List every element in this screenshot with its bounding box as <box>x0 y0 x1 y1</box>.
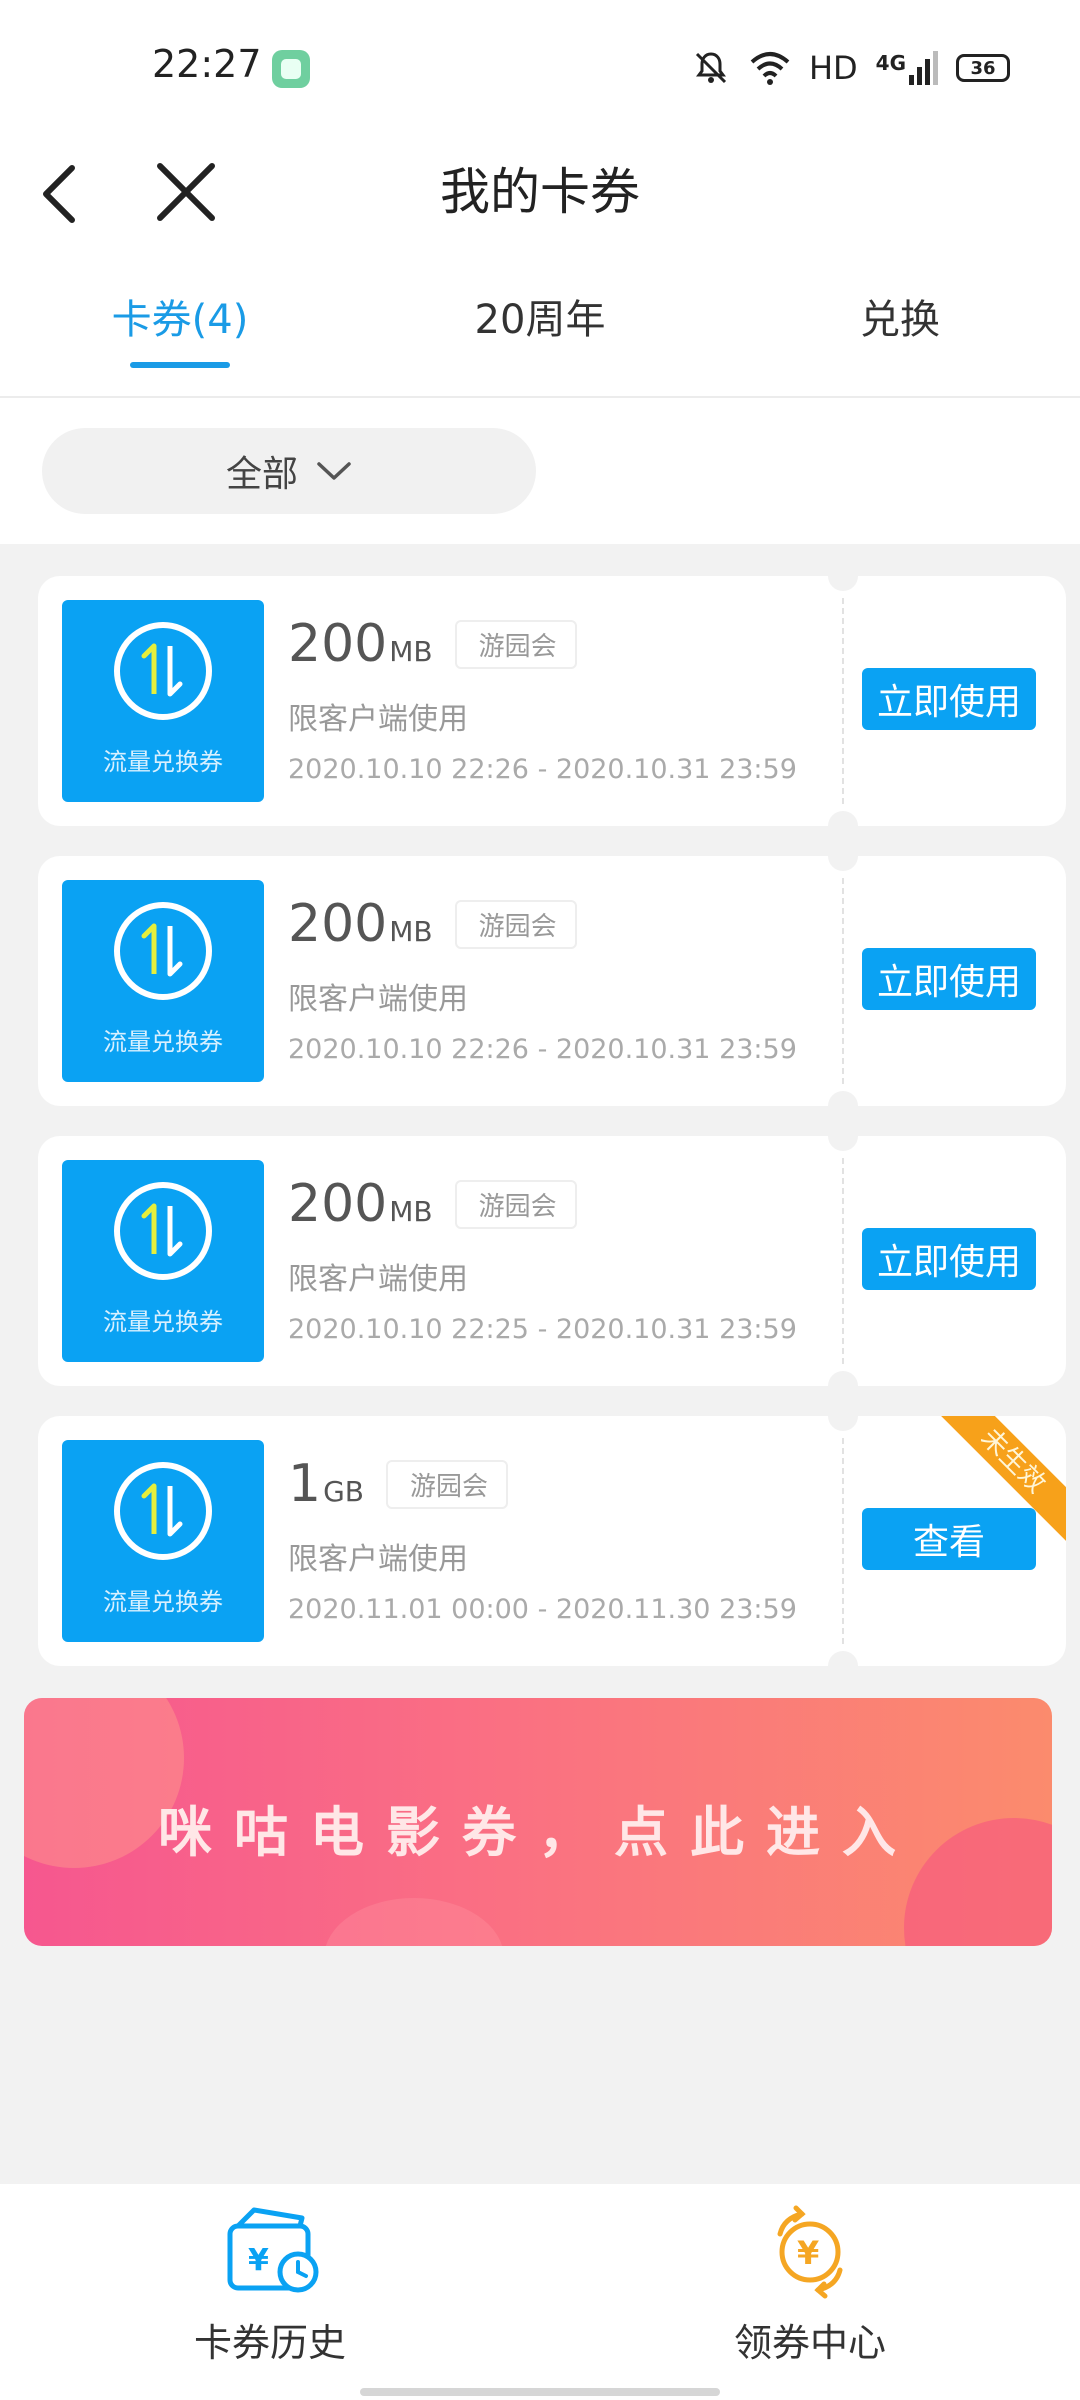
signal-icon: 4G <box>876 51 938 85</box>
coupon-description: 限客户端使用 <box>288 1262 468 1297</box>
coupon-validity: 2020.10.10 22:26 - 2020.10.31 23:59 <box>288 754 797 785</box>
coupon-thumbnail: 流量兑换券 <box>62 1160 264 1362</box>
amount-value: 1 <box>288 1454 322 1514</box>
coupon-divider <box>842 1438 844 1644</box>
coupon-notch <box>828 1651 858 1681</box>
coupon-type-label: 流量兑换券 <box>103 1588 223 1616</box>
active-tab-indicator <box>130 362 230 368</box>
amount-value: 200 <box>288 614 388 674</box>
home-indicator[interactable] <box>360 2388 720 2396</box>
coupon-center-button[interactable]: ¥ 领券中心 <box>660 2204 960 2367</box>
battery-icon: 36 <box>956 54 1010 82</box>
signal-type-label: 4G <box>875 51 906 75</box>
coupon-thumbnail: 流量兑换券 <box>62 1440 264 1642</box>
amount-unit: MB <box>389 915 433 948</box>
movie-coupon-banner[interactable]: 咪咕电影券，点此进入 <box>24 1698 1052 1946</box>
coupon-card[interactable]: 未生效 流量兑换券 1 GB 游园会 限客户端使用 2020.11.01 00:… <box>38 1401 1066 1681</box>
coupon-type-label: 流量兑换券 <box>103 1028 223 1056</box>
coupon-center-icon: ¥ <box>777 2205 843 2299</box>
tab-bar: 卡券(4) 20周年 兑换 <box>0 252 1080 398</box>
amount-unit: GB <box>323 1475 364 1508</box>
filter-dropdown[interactable]: 全部 <box>42 428 536 514</box>
filter-area: 全部 <box>0 398 1080 544</box>
coupon-description: 限客户端使用 <box>288 1542 468 1577</box>
coupon-amount: 200 MB 游园会 <box>288 894 577 954</box>
coupon-divider <box>842 598 844 804</box>
svg-text:¥: ¥ <box>248 2243 269 2278</box>
svg-text:¥: ¥ <box>797 2234 819 2272</box>
coupon-divider <box>842 1158 844 1364</box>
chevron-down-icon <box>317 462 351 480</box>
data-transfer-icon <box>114 622 212 720</box>
network-hd-label: HD <box>808 49 858 87</box>
coupon-card[interactable]: 流量兑换券 200 MB 游园会 限客户端使用 2020.10.10 22:25… <box>38 1121 1066 1401</box>
coupon-card[interactable]: 流量兑换券 200 MB 游园会 限客户端使用 2020.10.10 22:26… <box>38 841 1066 1121</box>
coupon-tag: 游园会 <box>454 899 577 949</box>
coupon-notch <box>828 1371 858 1401</box>
coupon-amount: 200 MB 游园会 <box>288 1174 577 1234</box>
coupon-description: 限客户端使用 <box>288 982 468 1017</box>
nav-bar: 我的卡券 <box>0 132 1080 252</box>
mute-bell-icon <box>695 52 727 84</box>
tab-coupons[interactable]: 卡券(4) <box>80 292 280 348</box>
use-now-button[interactable]: 立即使用 <box>862 668 1036 730</box>
coupon-amount: 1 GB 游园会 <box>288 1454 509 1514</box>
banner-text: 咪咕电影券，点此进入 <box>158 1800 918 1864</box>
coupon-divider <box>842 878 844 1084</box>
amount-unit: MB <box>389 1195 433 1228</box>
coupon-center-label: 领券中心 <box>733 2321 886 2365</box>
coupon-card[interactable]: 流量兑换券 200 MB 游园会 限客户端使用 2020.10.10 22:26… <box>38 561 1066 841</box>
use-now-button[interactable]: 立即使用 <box>862 1228 1036 1290</box>
data-transfer-icon <box>114 902 212 1000</box>
coupon-type-label: 流量兑换券 <box>103 1308 223 1336</box>
coupon-history-icon: ¥ <box>227 2207 319 2293</box>
tab-redeem[interactable]: 兑换 <box>800 292 1000 348</box>
coupon-amount: 200 MB 游园会 <box>288 614 577 674</box>
coupon-notch <box>828 1091 858 1121</box>
coupon-tag: 游园会 <box>454 1179 577 1229</box>
wifi-icon <box>750 52 790 85</box>
coupon-description: 限客户端使用 <box>288 702 468 737</box>
coupon-notch <box>828 811 858 841</box>
bottom-nav: ¥ 卡券历史 ¥ 领券中心 <box>0 2184 1080 2400</box>
coupon-thumbnail: 流量兑换券 <box>62 600 264 802</box>
filter-label: 全部 <box>225 454 298 495</box>
use-now-button[interactable]: 立即使用 <box>862 948 1036 1010</box>
app-notification-icon <box>272 50 310 88</box>
coupon-notch <box>828 1121 858 1151</box>
coupon-tag: 游园会 <box>454 619 577 669</box>
coupon-validity: 2020.11.01 00:00 - 2020.11.30 23:59 <box>288 1594 797 1625</box>
view-button[interactable]: 查看 <box>862 1508 1036 1570</box>
data-transfer-icon <box>114 1462 212 1560</box>
tab-20th-anniversary[interactable]: 20周年 <box>440 292 640 348</box>
amount-unit: MB <box>389 635 433 668</box>
battery-level: 36 <box>970 57 996 79</box>
data-transfer-icon <box>114 1182 212 1280</box>
coupon-history-button[interactable]: ¥ 卡券历史 <box>120 2204 420 2367</box>
coupon-validity: 2020.10.10 22:25 - 2020.10.31 23:59 <box>288 1314 797 1345</box>
coupon-validity: 2020.10.10 22:26 - 2020.10.31 23:59 <box>288 1034 797 1065</box>
status-time: 22:27 <box>152 42 262 86</box>
amount-value: 200 <box>288 894 388 954</box>
banner-decoration <box>324 1898 504 1946</box>
amount-value: 200 <box>288 1174 388 1234</box>
coupon-notch <box>828 561 858 591</box>
coupon-thumbnail: 流量兑换券 <box>62 880 264 1082</box>
status-bar: 22:27 HD 4G 36 <box>0 0 1080 132</box>
coupon-history-label: 卡券历史 <box>193 2321 346 2365</box>
page-title: 我的卡券 <box>440 163 640 221</box>
coupon-notch <box>828 841 858 871</box>
coupon-tag: 游园会 <box>386 1459 509 1509</box>
coupon-type-label: 流量兑换券 <box>103 748 223 776</box>
status-indicators: HD 4G 36 <box>691 46 1010 90</box>
coupon-notch <box>828 1401 858 1431</box>
